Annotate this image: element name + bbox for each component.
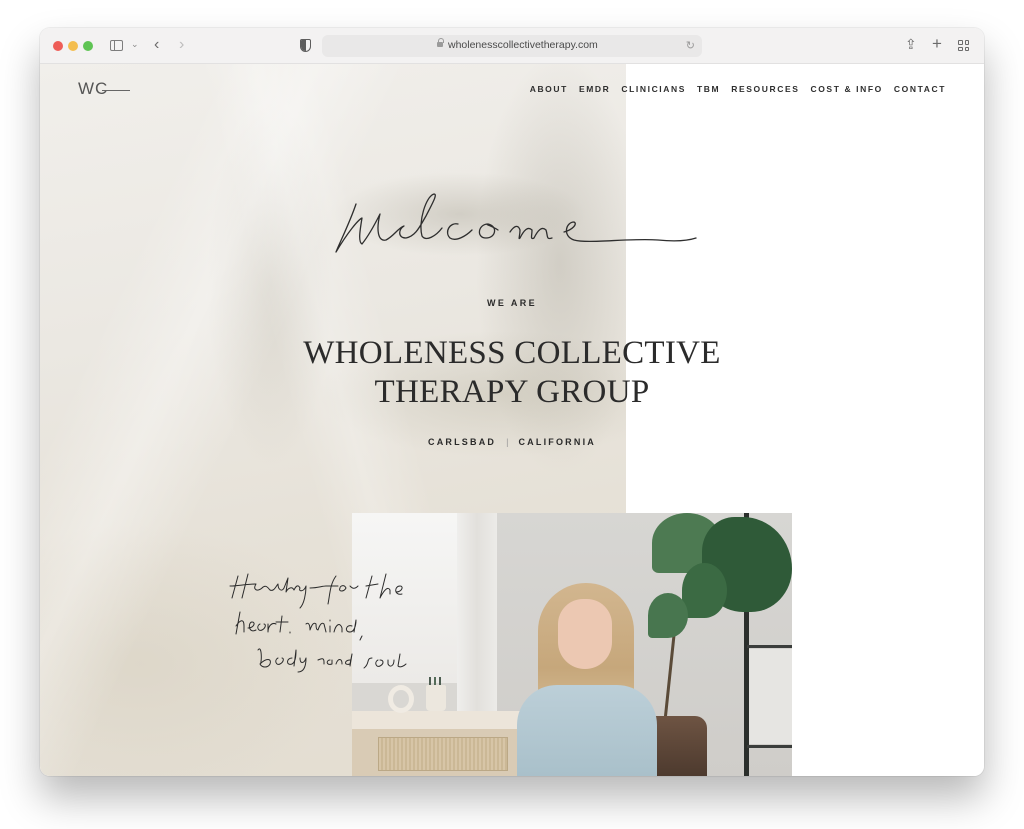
hero-location: CARLSBAD | CALIFORNIA — [40, 437, 984, 447]
logo-text: WC — [78, 79, 109, 98]
photo-leaf — [648, 593, 688, 638]
photo-shelf — [747, 745, 792, 748]
welcome-script-heading — [328, 182, 708, 262]
shield-icon[interactable] — [300, 39, 311, 52]
tagline-script: Healing for the — [226, 564, 466, 674]
location-state: CALIFORNIA — [518, 437, 596, 447]
browser-window: ⌄ ‹ › wholenesscollectivetherapy.com ↻ ⇪… — [40, 28, 984, 776]
main-nav: ABOUT EMDR CLINICIANS TBM RESOURCES COST… — [530, 84, 946, 94]
close-window-button[interactable] — [53, 41, 63, 51]
lock-icon — [437, 38, 444, 47]
nav-clinicians[interactable]: CLINICIANS — [621, 84, 686, 94]
nav-resources[interactable]: RESOURCES — [731, 84, 799, 94]
hero-title-line-2: THERAPY GROUP — [374, 374, 650, 410]
logo-line — [102, 90, 130, 91]
photo-desk-drawer — [378, 737, 508, 771]
reload-icon[interactable]: ↻ — [686, 39, 695, 52]
hero-eyebrow: WE ARE — [486, 298, 538, 308]
nav-tbm[interactable]: TBM — [697, 84, 720, 94]
site-logo[interactable]: WC — [78, 79, 134, 101]
nav-contact[interactable]: CONTACT — [894, 84, 946, 94]
zoom-window-button[interactable] — [83, 41, 93, 51]
photo-cup — [426, 685, 446, 711]
url-text[interactable]: wholenesscollectivetherapy.com — [448, 39, 598, 51]
tab-overview-icon[interactable] — [958, 40, 969, 51]
hero-title: WHOLENESS COLLECTIVE THERAPY GROUP — [40, 334, 984, 412]
location-city: CARLSBAD — [428, 437, 497, 447]
nav-about[interactable]: ABOUT — [530, 84, 568, 94]
nav-cost-info[interactable]: COST & INFO — [810, 84, 882, 94]
forward-button[interactable]: › — [179, 37, 184, 53]
nav-emdr[interactable]: EMDR — [579, 84, 610, 94]
browser-toolbar: ⌄ ‹ › wholenesscollectivetherapy.com ↻ ⇪… — [40, 28, 984, 64]
photo-shelf-back — [749, 649, 792, 744]
back-button[interactable]: ‹ — [154, 37, 159, 53]
photo-person-top — [517, 685, 657, 776]
sidebar-icon[interactable] — [110, 40, 123, 51]
photo-desk-top — [352, 711, 522, 729]
location-separator: | — [506, 437, 509, 447]
chevron-down-icon[interactable]: ⌄ — [131, 40, 139, 49]
new-tab-icon[interactable]: + — [932, 35, 942, 52]
photo-leaf — [682, 563, 727, 618]
address-bar[interactable]: wholenesscollectivetherapy.com ↻ — [322, 35, 702, 57]
share-icon[interactable]: ⇪ — [905, 37, 917, 51]
photo-person-face — [558, 599, 612, 669]
hero-title-line-1: WHOLENESS COLLECTIVE — [303, 335, 721, 371]
photo-shelf — [747, 645, 792, 648]
photo-vase — [388, 685, 414, 713]
minimize-window-button[interactable] — [68, 41, 78, 51]
web-page: WC ABOUT EMDR CLINICIANS TBM RESOURCES C… — [40, 64, 984, 776]
